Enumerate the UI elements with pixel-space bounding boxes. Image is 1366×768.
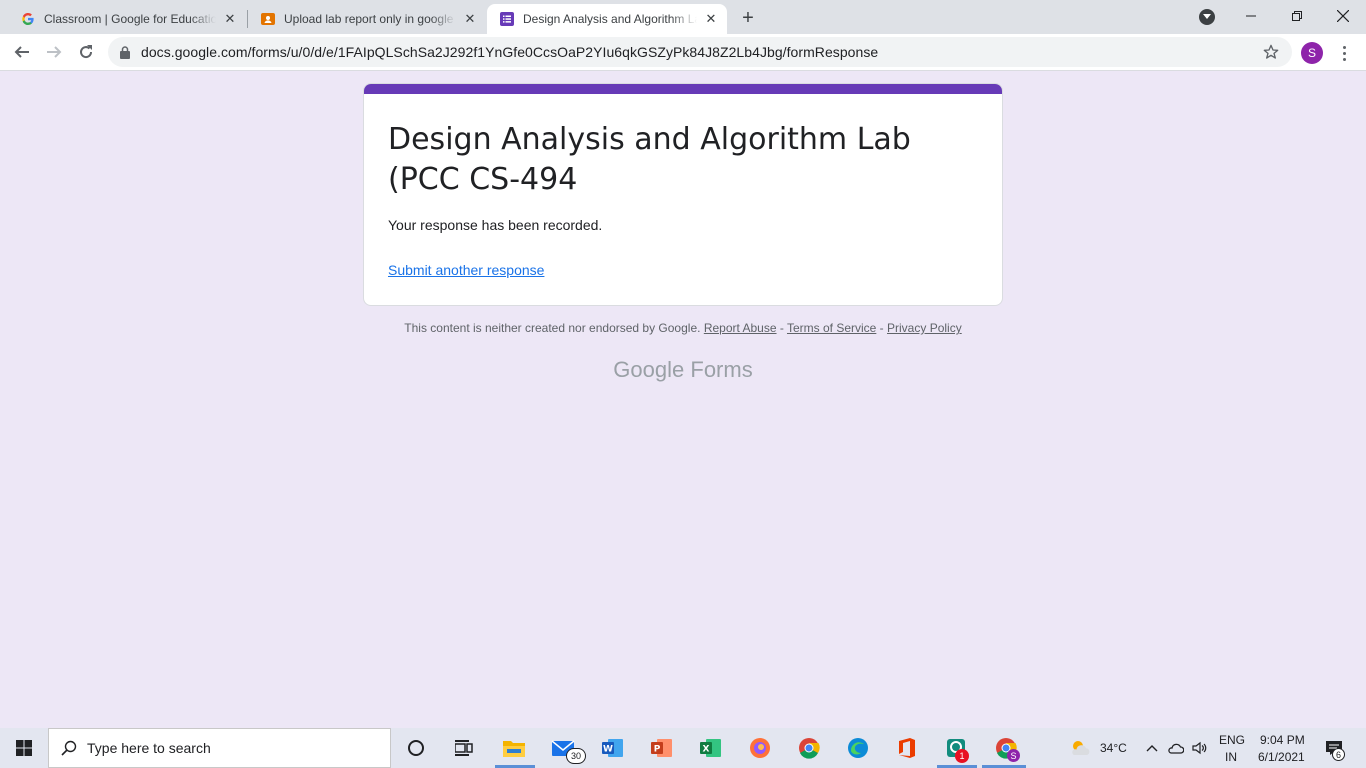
separator: - — [776, 321, 787, 335]
footer-disclaimer: This content is neither created nor endo… — [0, 321, 1366, 335]
profile-avatar[interactable]: S — [1301, 42, 1323, 64]
arrow-right-icon — [47, 46, 62, 58]
tab-upload-lab-report[interactable]: Upload lab report only in google classro… — [248, 4, 486, 34]
network-icon[interactable] — [1163, 732, 1189, 764]
chevron-down-icon — [1203, 14, 1211, 19]
profile-badge: S — [1007, 749, 1020, 762]
logo-forms-text: Forms — [690, 357, 753, 382]
word-icon[interactable]: W — [597, 732, 629, 764]
arrow-left-icon — [14, 46, 29, 58]
tab-search-button[interactable] — [1199, 9, 1215, 25]
svg-text:P: P — [654, 745, 661, 755]
privacy-link[interactable]: Privacy Policy — [887, 321, 962, 335]
mail-unread-badge: 30 — [566, 748, 586, 764]
form-title: Design Analysis and Algorithm Lab (PCC C… — [388, 122, 911, 197]
powerpoint-icon[interactable]: P — [646, 732, 678, 764]
tab-title: Classroom | Google for Education — [44, 12, 216, 26]
volume-icon[interactable] — [1187, 732, 1213, 764]
reload-button[interactable] — [72, 38, 100, 66]
svg-text:W: W — [603, 745, 613, 755]
language-indicator-top[interactable]: ENG — [1219, 733, 1245, 747]
svg-text:X: X — [703, 745, 710, 755]
forward-button[interactable] — [40, 38, 68, 66]
clock-time[interactable]: 9:04 PM — [1260, 733, 1305, 747]
more-menu-icon[interactable] — [1334, 40, 1354, 66]
restore-button[interactable] — [1274, 0, 1320, 32]
language-indicator-bottom[interactable]: IN — [1225, 750, 1237, 764]
lock-icon[interactable] — [120, 45, 132, 59]
address-bar[interactable]: docs.google.com/forms/u/0/d/e/1FAIpQLSch… — [108, 37, 1292, 67]
report-abuse-link[interactable]: Report Abuse — [704, 321, 777, 335]
notification-badge: 1 — [955, 749, 969, 763]
google-g-icon — [20, 11, 36, 27]
teams-icon[interactable]: 1 — [940, 732, 972, 764]
bookmark-star-icon[interactable] — [1262, 43, 1280, 61]
weather-temperature[interactable]: 34°C — [1100, 741, 1127, 755]
chrome-icon[interactable] — [793, 732, 825, 764]
start-button[interactable] — [0, 728, 48, 768]
tab-design-analysis[interactable]: Design Analysis and Algorithm Lab (PCC C… — [487, 4, 727, 34]
reload-icon — [80, 45, 93, 59]
close-icon — [1337, 10, 1349, 22]
restore-icon — [1292, 11, 1302, 21]
minimize-icon — [1246, 15, 1256, 17]
edge-icon[interactable] — [842, 732, 874, 764]
new-tab-button[interactable]: + — [736, 6, 760, 30]
windows-taskbar: Type here to search 30 W P X 1 S 34°C EN… — [0, 728, 1366, 768]
cortana-icon[interactable] — [400, 732, 432, 764]
submit-another-link[interactable]: Submit another response — [388, 262, 544, 278]
mail-icon[interactable]: 30 — [548, 732, 586, 764]
response-card: Design Analysis and Algorithm Lab (PCC C… — [363, 83, 1003, 306]
back-button[interactable] — [8, 38, 36, 66]
close-window-button[interactable] — [1320, 0, 1366, 32]
close-icon[interactable]: ✕ — [462, 11, 478, 27]
tab-title: Design Analysis and Algorithm Lab (PCC C… — [523, 12, 697, 26]
separator: - — [876, 321, 888, 335]
theme-accent-bar — [364, 84, 1002, 94]
office-icon[interactable] — [891, 732, 923, 764]
excel-icon[interactable]: X — [695, 732, 727, 764]
classroom-icon — [260, 11, 276, 27]
tab-strip: Classroom | Google for Education ✕ Uploa… — [0, 0, 1366, 34]
minimize-button[interactable] — [1228, 0, 1274, 32]
search-placeholder: Type here to search — [87, 740, 211, 756]
browser-toolbar: docs.google.com/forms/u/0/d/e/1FAIpQLSch… — [0, 34, 1366, 71]
confirmation-message: Your response has been recorded. — [388, 217, 603, 233]
google-forms-logo[interactable]: Google Forms — [0, 357, 1366, 383]
weather-icon[interactable] — [1064, 732, 1096, 764]
url-text: docs.google.com/forms/u/0/d/e/1FAIpQLSch… — [141, 44, 879, 60]
task-view-icon[interactable] — [448, 732, 480, 764]
notifications-count-badge: 6 — [1332, 748, 1345, 761]
clock-date[interactable]: 6/1/2021 — [1258, 750, 1305, 764]
notifications-icon[interactable]: 6 — [1318, 732, 1350, 764]
close-icon[interactable]: ✕ — [222, 11, 238, 27]
file-explorer-icon[interactable] — [498, 732, 530, 764]
tab-classroom[interactable]: Classroom | Google for Education ✕ — [8, 4, 246, 34]
terms-link[interactable]: Terms of Service — [787, 321, 876, 335]
tab-title: Upload lab report only in google classro… — [284, 12, 456, 26]
taskbar-search-box[interactable]: Type here to search — [48, 728, 391, 768]
windows-logo-icon — [16, 740, 32, 756]
disclaimer-text: This content is neither created nor endo… — [404, 321, 701, 335]
logo-google-text: Google — [613, 357, 685, 382]
forms-icon — [499, 11, 515, 27]
firefox-icon[interactable] — [744, 732, 776, 764]
search-icon — [61, 740, 77, 756]
close-icon[interactable]: ✕ — [703, 11, 719, 27]
chrome-profile-icon[interactable]: S — [990, 732, 1022, 764]
